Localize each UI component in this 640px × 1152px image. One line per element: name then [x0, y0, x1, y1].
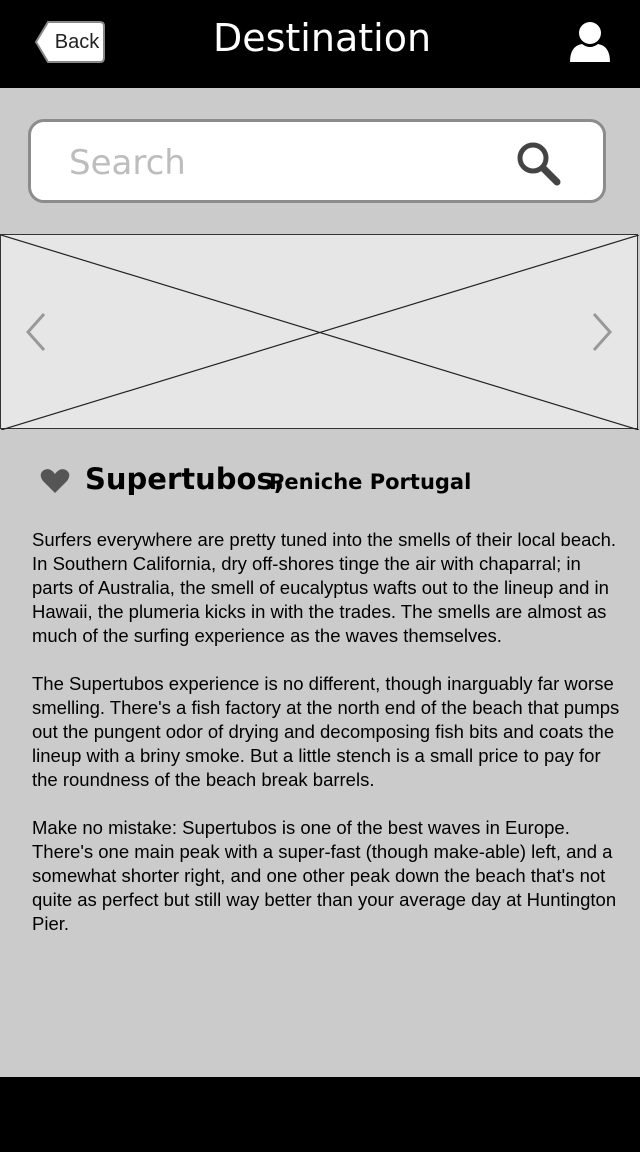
user-icon[interactable]: [568, 20, 612, 64]
search-bar: [28, 119, 606, 203]
back-button[interactable]: Back: [34, 20, 106, 64]
heart-icon[interactable]: [40, 468, 70, 494]
image-carousel[interactable]: [0, 234, 639, 430]
search-icon[interactable]: [515, 140, 563, 188]
description-paragraph: Make no mistake: Supertubos is one of th…: [32, 817, 617, 934]
destination-location: Peniche Portugal: [269, 470, 472, 494]
page-title: Destination: [212, 16, 432, 60]
description-paragraph: Surfers everywhere are pretty tuned into…: [32, 529, 617, 646]
top-bar: Back Destination: [0, 0, 640, 88]
destination-description: Surfers everywhere are pretty tuned into…: [32, 528, 622, 960]
description-paragraph: The Supertubos experience is no differen…: [32, 673, 620, 790]
image-placeholder: [1, 235, 639, 430]
back-label: Back: [54, 31, 100, 53]
search-input[interactable]: [67, 138, 501, 188]
destination-heading: Supertubos, Peniche Portugal: [40, 462, 600, 502]
chevron-right-icon[interactable]: [586, 310, 618, 354]
chevron-left-icon[interactable]: [20, 310, 52, 354]
destination-name: Supertubos,: [85, 462, 285, 496]
bottom-bar: [0, 1077, 640, 1152]
